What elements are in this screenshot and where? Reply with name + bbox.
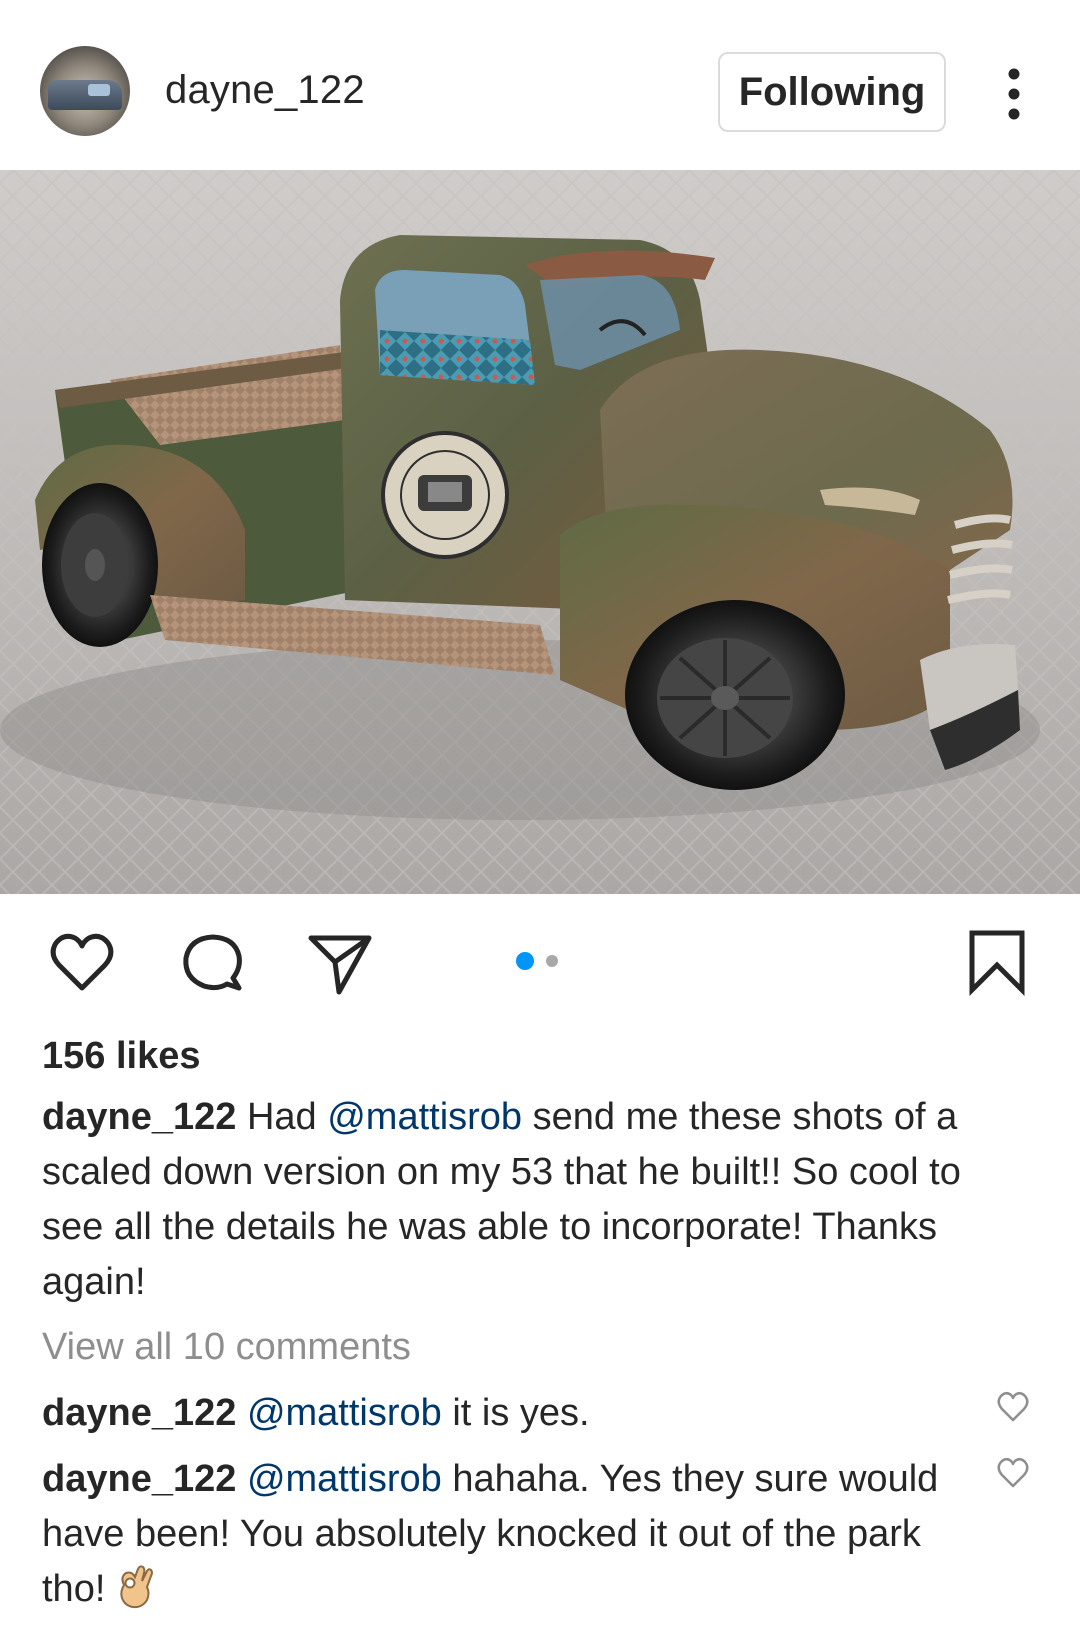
- comment-username[interactable]: dayne_122: [42, 1392, 236, 1434]
- post-username[interactable]: dayne_122: [165, 68, 365, 113]
- following-button[interactable]: Following: [718, 52, 946, 132]
- comment-heart-icon[interactable]: [996, 1456, 1030, 1490]
- caption-text-before: Had: [246, 1096, 317, 1138]
- carousel-dot: [546, 955, 558, 967]
- post-action-bar: [0, 928, 1080, 998]
- bookmark-icon[interactable]: [962, 928, 1032, 998]
- caption-mention[interactable]: @mattisrob: [327, 1096, 522, 1138]
- profile-avatar[interactable]: [40, 46, 130, 136]
- heart-icon[interactable]: [47, 928, 117, 998]
- comment-item: dayne_122 @mattisrob hahaha. Yes they su…: [42, 1452, 972, 1617]
- more-options-icon[interactable]: [996, 64, 1032, 124]
- caption-username[interactable]: dayne_122: [42, 1096, 236, 1138]
- model-truck-photo: [0, 170, 1080, 894]
- comment-username[interactable]: dayne_122: [42, 1458, 236, 1500]
- post-header: dayne_122 Following: [0, 0, 1080, 170]
- avatar-truck-image: [48, 80, 122, 110]
- carousel-dot-active: [516, 952, 534, 970]
- comment-text: it is yes.: [452, 1392, 590, 1434]
- comment-item: dayne_122 @mattisrob it is yes.: [42, 1386, 972, 1441]
- likes-count[interactable]: 156 likes: [42, 1035, 200, 1078]
- comment-heart-icon[interactable]: [996, 1390, 1030, 1424]
- ok-hand-emoji-icon: [120, 1565, 153, 1609]
- comment-mention[interactable]: @mattisrob: [247, 1392, 442, 1434]
- comment-mention[interactable]: @mattisrob: [247, 1458, 442, 1500]
- paper-plane-icon[interactable]: [305, 928, 375, 998]
- avatar-truck-window: [88, 84, 110, 96]
- post-caption: dayne_122 Had @mattisrob send me these s…: [42, 1090, 1032, 1310]
- view-all-comments-link[interactable]: View all 10 comments: [42, 1326, 411, 1369]
- post-photo[interactable]: [0, 170, 1080, 894]
- comment-bubble-icon[interactable]: [177, 928, 247, 998]
